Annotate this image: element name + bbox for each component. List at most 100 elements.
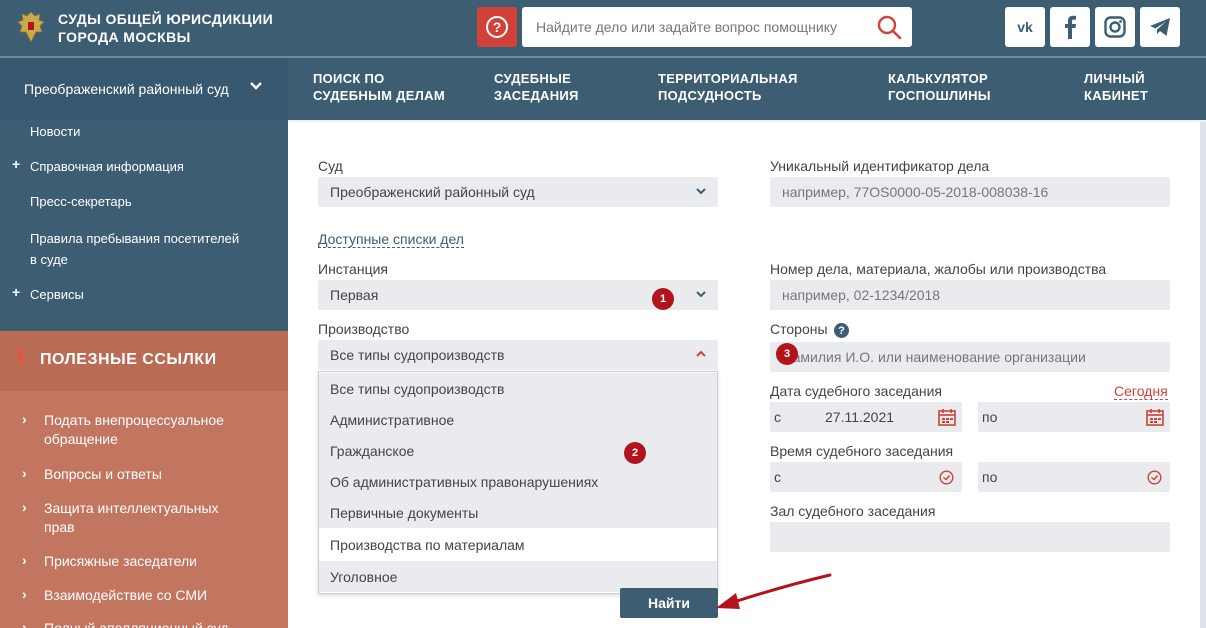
expand-plus-icon[interactable]: + bbox=[12, 156, 20, 172]
chevron-up-icon bbox=[696, 350, 706, 357]
instagram-button[interactable] bbox=[1095, 7, 1135, 47]
annotation-arrow-icon bbox=[716, 573, 832, 609]
site-title[interactable]: СУДЫ ОБЩЕЙ ЮРИСДИКЦИИ ГОРОДА МОСКВЫ bbox=[58, 10, 273, 46]
link-appeal[interactable]: Подать внепроцессуальное обращение bbox=[44, 411, 274, 449]
nav-label-line1: ТЕРРИТОРИАЛЬНАЯ bbox=[658, 71, 798, 86]
time-to-input[interactable]: по bbox=[978, 462, 1170, 492]
facebook-button[interactable] bbox=[1050, 7, 1090, 47]
link-media[interactable]: Взаимодействие со СМИ bbox=[44, 586, 274, 605]
case-number-input[interactable] bbox=[770, 280, 1170, 310]
calendar-icon[interactable] bbox=[938, 408, 956, 426]
nav-case-search[interactable]: ПОИСК ПО СУДЕБНЫМ ДЕЛАМ bbox=[313, 70, 445, 104]
chevron-right-icon: › bbox=[22, 499, 27, 515]
dropdown-option[interactable]: Все типы судопроизводств bbox=[319, 373, 717, 404]
search-box bbox=[522, 7, 912, 47]
court-selector-label: Преображенский районный суд bbox=[24, 81, 229, 97]
case-number-label: Номер дела, материала, жалобы или произв… bbox=[770, 261, 1107, 277]
link-ip-protection[interactable]: Защита интеллектуальных прав bbox=[44, 499, 274, 537]
sidebar-item-visitor-rules[interactable]: Правила пребывания посетителей в суде bbox=[30, 228, 239, 270]
nav-label-line2: ГОСПОШЛИНЫ bbox=[888, 88, 991, 103]
sidebar: Новости + Справочная информация Пресс-се… bbox=[0, 120, 288, 628]
svg-text:?: ? bbox=[493, 19, 502, 35]
parties-input-field[interactable] bbox=[782, 342, 1170, 372]
clock-icon[interactable] bbox=[939, 470, 954, 485]
instance-field-label: Инстанция bbox=[318, 261, 388, 277]
link-label-line1: Подать внепроцессуальное bbox=[44, 412, 224, 428]
court-field-label: Суд bbox=[318, 158, 343, 174]
nav-label-line2: СУДЕБНЫМ ДЕЛАМ bbox=[313, 88, 445, 103]
date-from-input[interactable]: с 27.11.2021 bbox=[770, 402, 962, 432]
clock-icon[interactable] bbox=[1147, 470, 1162, 485]
production-select[interactable]: Все типы судопроизводств bbox=[318, 340, 718, 370]
telegram-button[interactable] bbox=[1140, 7, 1180, 47]
nav-label-line2: КАБИНЕТ bbox=[1084, 88, 1149, 103]
dropdown-option[interactable]: Первичные документы bbox=[319, 497, 717, 528]
date-label: Дата судебного заседания bbox=[770, 383, 943, 399]
nav-court-hearings[interactable]: СУДЕБНЫЕ ЗАСЕДАНИЯ bbox=[494, 70, 579, 104]
link-label-line2: прав bbox=[44, 519, 75, 535]
court-selector[interactable]: Преображенский районный суд bbox=[0, 58, 288, 120]
exclamation-bar-icon bbox=[19, 349, 23, 365]
time-from-prefix: с bbox=[774, 469, 781, 485]
search-input[interactable] bbox=[522, 7, 867, 47]
link-faq[interactable]: Вопросы и ответы bbox=[44, 465, 274, 484]
uid-field-label: Уникальный идентификатор дела bbox=[770, 158, 990, 174]
annotation-badge-2: 2 bbox=[624, 442, 646, 464]
nav-label-line2: ЗАСЕДАНИЯ bbox=[494, 88, 579, 103]
sidebar-item-reference[interactable]: Справочная информация bbox=[30, 156, 184, 177]
nav-label-line1: ЛИЧНЫЙ bbox=[1084, 71, 1145, 86]
site-title-line1: СУДЫ ОБЩЕЙ ЮРИСДИКЦИИ bbox=[58, 11, 274, 27]
link-appeal-court[interactable]: Полный апелляционный суд bbox=[44, 619, 274, 628]
chevron-right-icon: › bbox=[22, 411, 27, 427]
production-select-value: Все типы судопроизводств bbox=[330, 347, 505, 363]
date-to-input[interactable]: по bbox=[978, 402, 1170, 432]
nav-fee-calculator[interactable]: КАЛЬКУЛЯТОР ГОСПОШЛИНЫ bbox=[888, 70, 991, 104]
search-icon[interactable] bbox=[876, 14, 902, 40]
site-header: СУДЫ ОБЩЕЙ ЮРИСДИКЦИИ ГОРОДА МОСКВЫ ? vk bbox=[0, 0, 1206, 58]
chevron-right-icon: › bbox=[22, 552, 27, 568]
nav-personal-account[interactable]: ЛИЧНЫЙ КАБИНЕТ bbox=[1084, 70, 1148, 104]
parties-input[interactable] bbox=[770, 342, 1170, 372]
calendar-icon[interactable] bbox=[1146, 408, 1164, 426]
uid-input-field[interactable] bbox=[782, 177, 1170, 207]
dropdown-option[interactable]: Об административных правонарушениях bbox=[319, 466, 717, 497]
chevron-right-icon: › bbox=[22, 586, 27, 602]
help-button[interactable]: ? bbox=[477, 7, 517, 47]
instagram-icon bbox=[1104, 16, 1126, 38]
help-question-icon[interactable]: ? bbox=[834, 323, 849, 338]
sidebar-item-press[interactable]: Пресс-секретарь bbox=[30, 191, 132, 212]
sidebar-item-label-line1: Правила пребывания посетителей bbox=[30, 231, 240, 246]
date-to-prefix: по bbox=[982, 409, 998, 425]
date-from-prefix: с bbox=[774, 409, 781, 425]
time-from-input[interactable]: с bbox=[770, 462, 962, 492]
uid-input[interactable] bbox=[770, 177, 1170, 207]
date-from-value: 27.11.2021 bbox=[825, 409, 895, 425]
chevron-right-icon: › bbox=[22, 465, 27, 481]
sidebar-item-services[interactable]: Сервисы bbox=[30, 284, 84, 305]
time-label: Время судебного заседания bbox=[770, 443, 954, 459]
annotation-badge-3: 3 bbox=[776, 343, 798, 365]
case-number-input-field[interactable] bbox=[782, 280, 1170, 310]
link-label-line1: Защита интеллектуальных bbox=[44, 500, 219, 516]
hall-select[interactable] bbox=[770, 522, 1170, 552]
court-select[interactable]: Преображенский районный суд bbox=[318, 177, 718, 207]
court-select-value: Преображенский районный суд bbox=[330, 184, 535, 200]
question-circle-icon: ? bbox=[486, 16, 508, 38]
dropdown-option[interactable]: Административное bbox=[319, 404, 717, 435]
dropdown-option-hovered[interactable]: Производства по материалам bbox=[319, 529, 717, 560]
available-lists-link[interactable]: Доступные списки дел bbox=[318, 231, 464, 248]
link-jurors[interactable]: Присяжные заседатели bbox=[44, 552, 274, 571]
production-dropdown: Все типы судопроизводств Административно… bbox=[318, 371, 718, 594]
today-link[interactable]: Сегодня bbox=[1114, 383, 1168, 400]
vk-button[interactable]: vk bbox=[1005, 7, 1045, 47]
sidebar-item-label-line2: в суде bbox=[30, 252, 68, 267]
chevron-down-icon bbox=[696, 188, 706, 195]
sidebar-item-news[interactable]: Новости bbox=[30, 121, 80, 142]
useful-links-header: ПОЛЕЗНЫЕ ССЫЛКИ bbox=[0, 331, 288, 391]
nav-label-line1: КАЛЬКУЛЯТОР bbox=[888, 71, 988, 86]
nav-label-line2: ПОДСУДНОСТЬ bbox=[658, 88, 762, 103]
expand-plus-icon[interactable]: + bbox=[12, 284, 20, 300]
dropdown-option[interactable]: Гражданское bbox=[319, 435, 717, 466]
nav-territorial-jurisdiction[interactable]: ТЕРРИТОРИАЛЬНАЯ ПОДСУДНОСТЬ bbox=[658, 70, 798, 104]
svg-text:vk: vk bbox=[1017, 19, 1033, 35]
